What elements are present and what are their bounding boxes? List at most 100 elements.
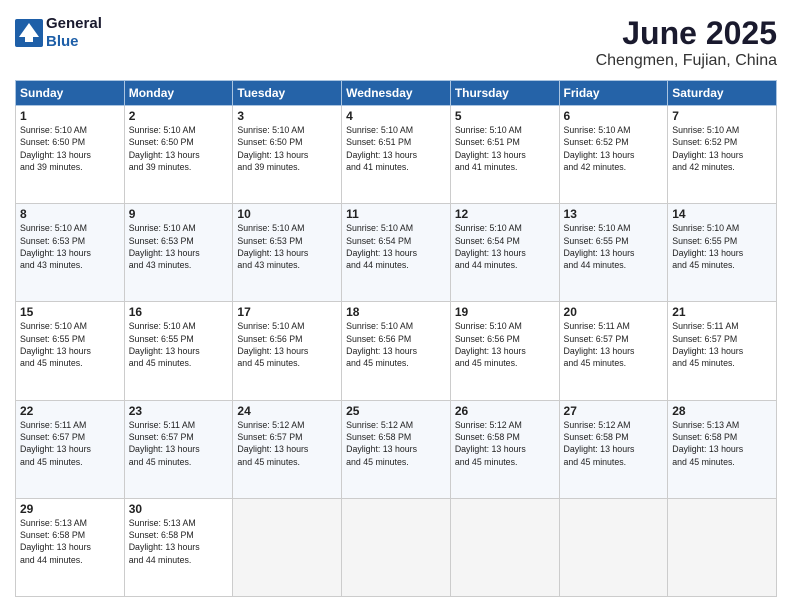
day-info: Sunrise: 5:10 AMSunset: 6:50 PMDaylight:…: [237, 124, 337, 173]
day-number: 14: [672, 207, 772, 221]
th-thursday: Thursday: [450, 81, 559, 106]
calendar-cell: 30Sunrise: 5:13 AMSunset: 6:58 PMDayligh…: [124, 498, 233, 596]
calendar-cell: 22Sunrise: 5:11 AMSunset: 6:57 PMDayligh…: [16, 400, 125, 498]
day-info: Sunrise: 5:11 AMSunset: 6:57 PMDaylight:…: [564, 320, 664, 369]
calendar-cell: 20Sunrise: 5:11 AMSunset: 6:57 PMDayligh…: [559, 302, 668, 400]
calendar-cell: 16Sunrise: 5:10 AMSunset: 6:55 PMDayligh…: [124, 302, 233, 400]
day-info: Sunrise: 5:10 AMSunset: 6:55 PMDaylight:…: [20, 320, 120, 369]
day-number: 16: [129, 305, 229, 319]
logo-general: General: [46, 15, 102, 33]
th-wednesday: Wednesday: [342, 81, 451, 106]
calendar-cell: 26Sunrise: 5:12 AMSunset: 6:58 PMDayligh…: [450, 400, 559, 498]
day-info: Sunrise: 5:12 AMSunset: 6:58 PMDaylight:…: [346, 419, 446, 468]
calendar-row: 1 Sunrise: 5:10 AMSunset: 6:50 PMDaylight…: [16, 106, 777, 204]
day-info: Sunrise: 5:10 AMSunset: 6:50 PMDaylight:…: [129, 124, 229, 173]
day-number: 6: [564, 109, 664, 123]
day-info: Sunrise: 5:10 AMSunset: 6:55 PMDaylight:…: [564, 222, 664, 271]
day-info: Sunrise: 5:10 AMSunset: 6:56 PMDaylight:…: [455, 320, 555, 369]
header: General Blue June 2025 Chengmen, Fujian,…: [15, 15, 777, 70]
th-saturday: Saturday: [668, 81, 777, 106]
calendar-table: Sunday Monday Tuesday Wednesday Thursday…: [15, 80, 777, 597]
day-info: Sunrise: 5:11 AMSunset: 6:57 PMDaylight:…: [20, 419, 120, 468]
calendar-cell: 10Sunrise: 5:10 AMSunset: 6:53 PMDayligh…: [233, 204, 342, 302]
day-info: Sunrise: 5:12 AMSunset: 6:58 PMDaylight:…: [564, 419, 664, 468]
day-info: Sunrise: 5:10 AMSunset: 6:51 PMDaylight:…: [455, 124, 555, 173]
calendar-row: 8Sunrise: 5:10 AMSunset: 6:53 PMDaylight…: [16, 204, 777, 302]
th-friday: Friday: [559, 81, 668, 106]
calendar-cell: 11Sunrise: 5:10 AMSunset: 6:54 PMDayligh…: [342, 204, 451, 302]
day-number: 23: [129, 404, 229, 418]
day-number: 12: [455, 207, 555, 221]
calendar-cell: 23Sunrise: 5:11 AMSunset: 6:57 PMDayligh…: [124, 400, 233, 498]
calendar-title: June 2025: [596, 15, 777, 52]
calendar-cell: 14Sunrise: 5:10 AMSunset: 6:55 PMDayligh…: [668, 204, 777, 302]
day-info: Sunrise: 5:12 AMSunset: 6:57 PMDaylight:…: [237, 419, 337, 468]
day-number: 25: [346, 404, 446, 418]
calendar-cell: [668, 498, 777, 596]
day-number: 1: [20, 109, 120, 123]
day-info: Sunrise: 5:10 AMSunset: 6:53 PMDaylight:…: [237, 222, 337, 271]
calendar-cell: 13Sunrise: 5:10 AMSunset: 6:55 PMDayligh…: [559, 204, 668, 302]
day-info: Sunrise: 5:10 AMSunset: 6:53 PMDaylight:…: [20, 222, 120, 271]
day-number: 8: [20, 207, 120, 221]
day-number: 17: [237, 305, 337, 319]
calendar-cell: [450, 498, 559, 596]
day-info: Sunrise: 5:11 AMSunset: 6:57 PMDaylight:…: [129, 419, 229, 468]
calendar-cell: 12Sunrise: 5:10 AMSunset: 6:54 PMDayligh…: [450, 204, 559, 302]
calendar-cell: 8Sunrise: 5:10 AMSunset: 6:53 PMDaylight…: [16, 204, 125, 302]
day-number: 5: [455, 109, 555, 123]
calendar-cell: [559, 498, 668, 596]
day-info: Sunrise: 5:10 AMSunset: 6:52 PMDaylight:…: [564, 124, 664, 173]
calendar-cell: 24Sunrise: 5:12 AMSunset: 6:57 PMDayligh…: [233, 400, 342, 498]
calendar-row: 29Sunrise: 5:13 AMSunset: 6:58 PMDayligh…: [16, 498, 777, 596]
day-number: 9: [129, 207, 229, 221]
day-info: Sunrise: 5:10 AMSunset: 6:53 PMDaylight:…: [129, 222, 229, 271]
day-number: 29: [20, 502, 120, 516]
day-number: 21: [672, 305, 772, 319]
day-number: 20: [564, 305, 664, 319]
day-info: Sunrise: 5:10 AMSunset: 6:55 PMDaylight:…: [129, 320, 229, 369]
calendar-row: 22Sunrise: 5:11 AMSunset: 6:57 PMDayligh…: [16, 400, 777, 498]
day-number: 28: [672, 404, 772, 418]
calendar-cell: 4Sunrise: 5:10 AMSunset: 6:51 PMDaylight…: [342, 106, 451, 204]
calendar-cell: 6Sunrise: 5:10 AMSunset: 6:52 PMDaylight…: [559, 106, 668, 204]
calendar-cell: [233, 498, 342, 596]
calendar-cell: 2Sunrise: 5:10 AMSunset: 6:50 PMDaylight…: [124, 106, 233, 204]
calendar-cell: 25Sunrise: 5:12 AMSunset: 6:58 PMDayligh…: [342, 400, 451, 498]
day-number: 24: [237, 404, 337, 418]
day-info: Sunrise: 5:10 AMSunset: 6:52 PMDaylight:…: [672, 124, 772, 173]
calendar-row: 15Sunrise: 5:10 AMSunset: 6:55 PMDayligh…: [16, 302, 777, 400]
day-info: Sunrise: 5:13 AMSunset: 6:58 PMDaylight:…: [672, 419, 772, 468]
day-number: 10: [237, 207, 337, 221]
logo: General Blue: [15, 15, 102, 51]
calendar-cell: 29Sunrise: 5:13 AMSunset: 6:58 PMDayligh…: [16, 498, 125, 596]
calendar-cell: 7Sunrise: 5:10 AMSunset: 6:52 PMDaylight…: [668, 106, 777, 204]
calendar-subtitle: Chengmen, Fujian, China: [596, 52, 777, 70]
day-number: 3: [237, 109, 337, 123]
calendar-cell: 5Sunrise: 5:10 AMSunset: 6:51 PMDaylight…: [450, 106, 559, 204]
day-number: 19: [455, 305, 555, 319]
logo-text: General Blue: [46, 15, 102, 51]
calendar-cell: [342, 498, 451, 596]
th-sunday: Sunday: [16, 81, 125, 106]
calendar-cell: 19Sunrise: 5:10 AMSunset: 6:56 PMDayligh…: [450, 302, 559, 400]
day-info: Sunrise: 5:10 AMSunset: 6:54 PMDaylight:…: [455, 222, 555, 271]
day-info: Sunrise: 5:10 AMSunset: 6:56 PMDaylight:…: [237, 320, 337, 369]
calendar-cell: 18Sunrise: 5:10 AMSunset: 6:56 PMDayligh…: [342, 302, 451, 400]
day-number: 7: [672, 109, 772, 123]
title-block: June 2025 Chengmen, Fujian, China: [596, 15, 777, 70]
day-number: 22: [20, 404, 120, 418]
calendar-cell: 21Sunrise: 5:11 AMSunset: 6:57 PMDayligh…: [668, 302, 777, 400]
day-info: Sunrise: 5:10 AMSunset: 6:51 PMDaylight:…: [346, 124, 446, 173]
day-info: Sunrise: 5:10 AMSunset: 6:56 PMDaylight:…: [346, 320, 446, 369]
calendar-cell: 28Sunrise: 5:13 AMSunset: 6:58 PMDayligh…: [668, 400, 777, 498]
day-number: 4: [346, 109, 446, 123]
day-number: 27: [564, 404, 664, 418]
th-tuesday: Tuesday: [233, 81, 342, 106]
day-info: Sunrise: 5:10 AMSunset: 6:54 PMDaylight:…: [346, 222, 446, 271]
day-number: 15: [20, 305, 120, 319]
day-number: 11: [346, 207, 446, 221]
day-info: Sunrise: 5:10 AMSunset: 6:55 PMDaylight:…: [672, 222, 772, 271]
day-number: 18: [346, 305, 446, 319]
calendar-cell: 9Sunrise: 5:10 AMSunset: 6:53 PMDaylight…: [124, 204, 233, 302]
